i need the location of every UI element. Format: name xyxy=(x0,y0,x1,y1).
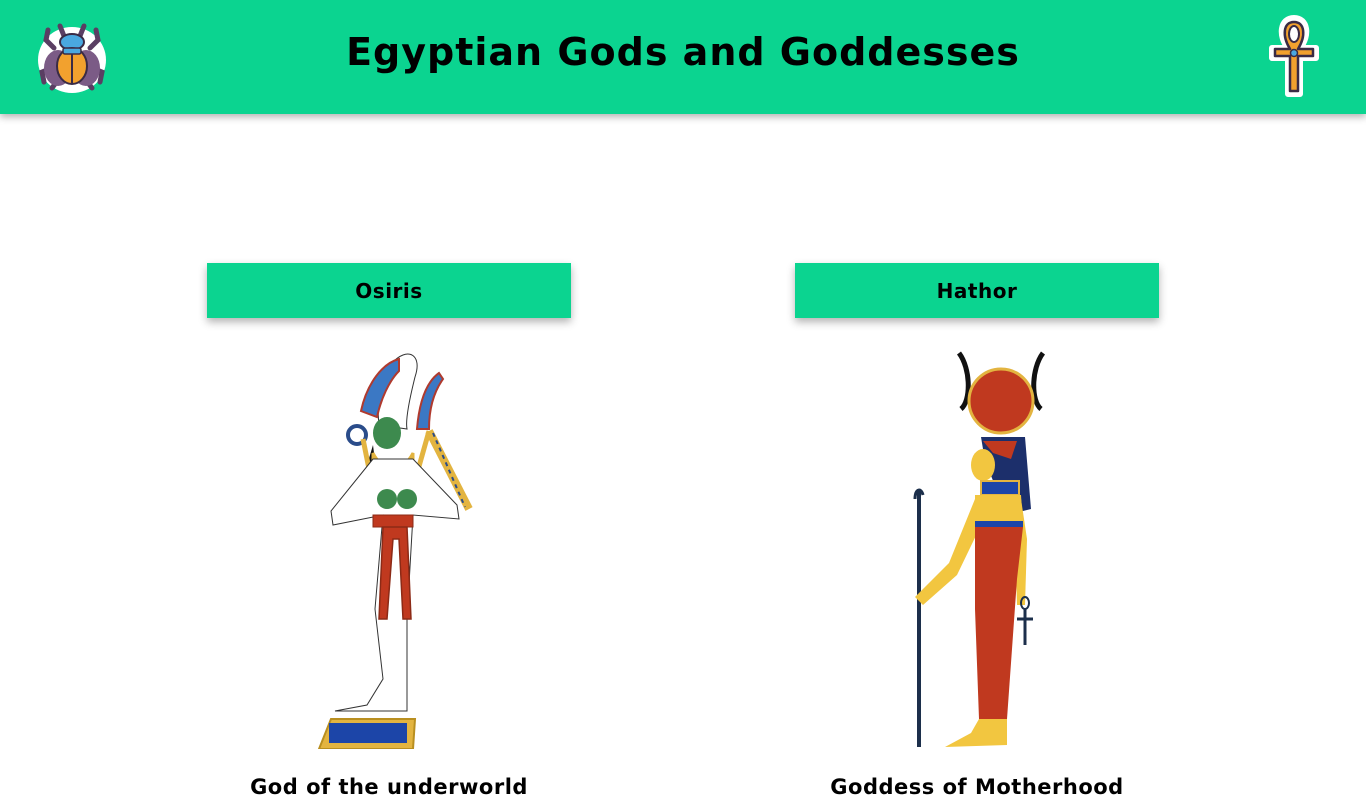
god-description-hathor: Goddess of Motherhood xyxy=(830,775,1124,799)
god-name-hathor: Hathor xyxy=(795,263,1159,318)
site-header: Egyptian Gods and Goddesses xyxy=(0,0,1366,114)
god-card-osiris: Osiris God of the underworld xyxy=(207,263,571,799)
god-card-hathor: Hathor Goddess of Motherhood xyxy=(795,263,1159,799)
hathor-figure xyxy=(913,351,1046,747)
osiris-figure xyxy=(317,353,473,749)
ankh-icon xyxy=(1269,15,1319,97)
god-description-osiris: God of the underworld xyxy=(250,775,528,799)
god-name-osiris: Osiris xyxy=(207,263,571,318)
page-title: Egyptian Gods and Goddesses xyxy=(346,30,1020,74)
